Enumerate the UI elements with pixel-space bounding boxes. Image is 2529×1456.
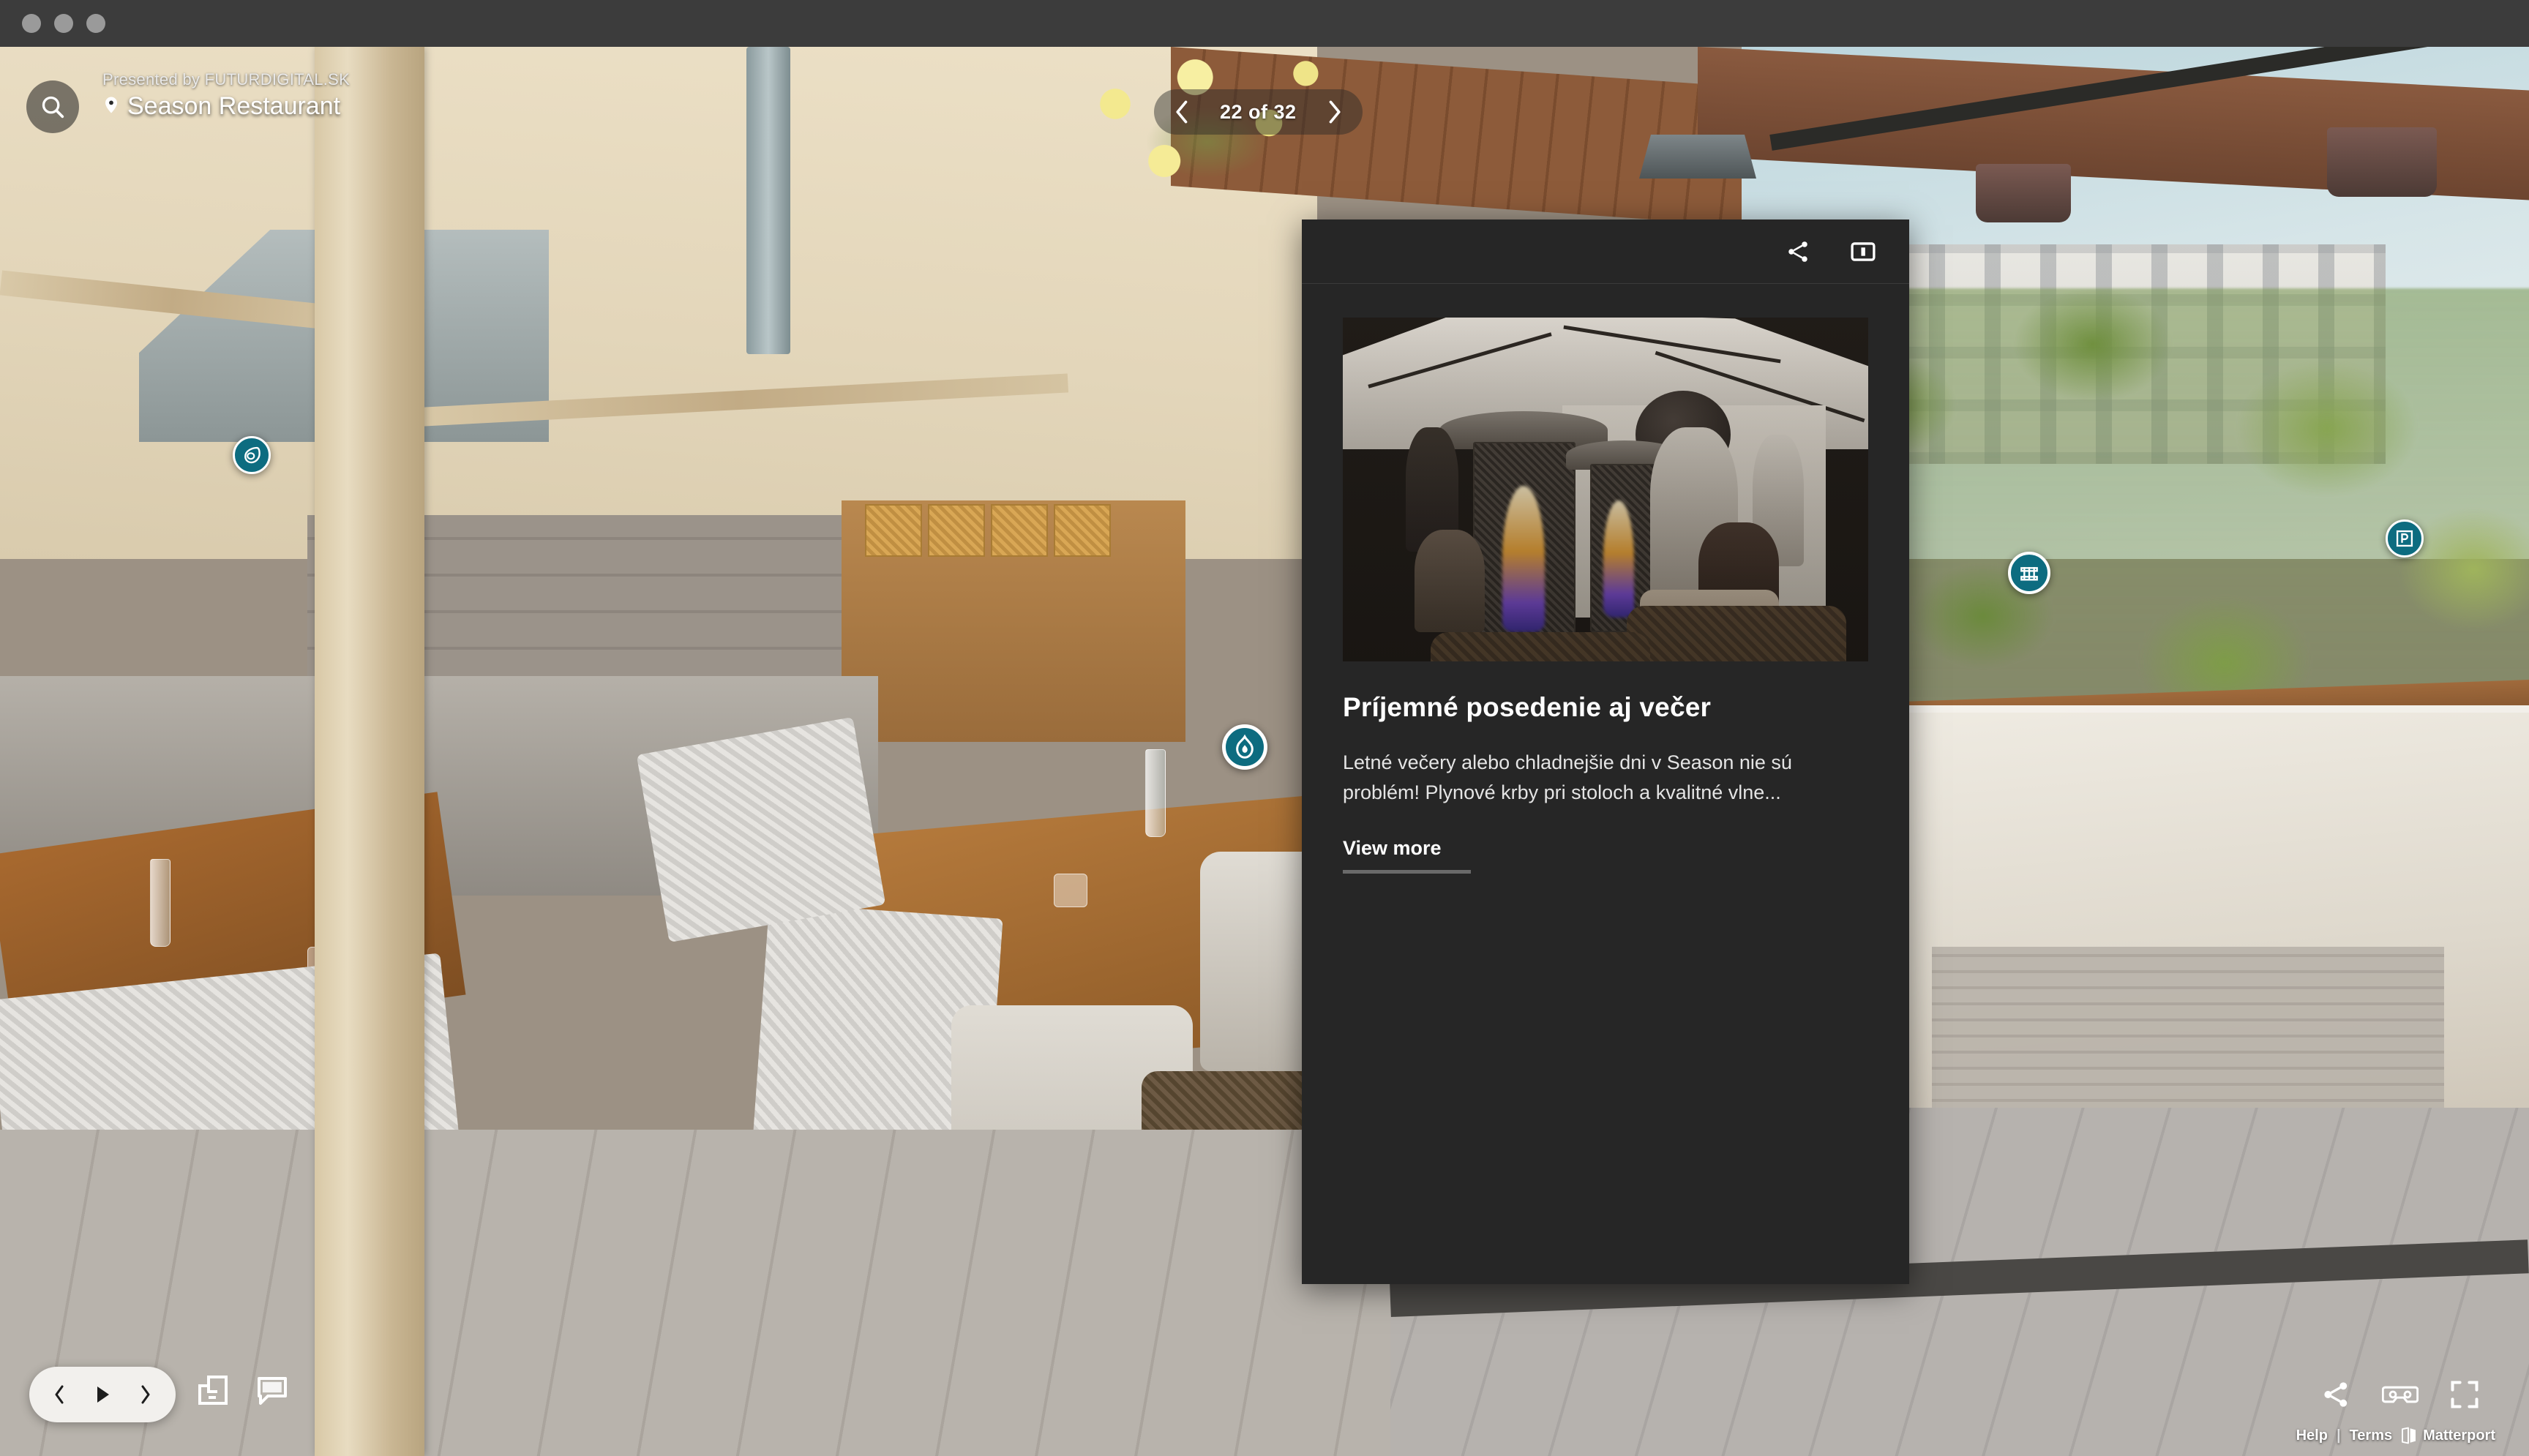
parking-icon [2396, 530, 2413, 547]
info-panel-title: Príjemné posedenie aj večer [1343, 692, 1712, 722]
vr-goggles-icon [2382, 1386, 2419, 1403]
fullscreen-button[interactable] [2449, 1378, 2481, 1411]
browser-title-bar [0, 0, 2529, 47]
next-scene-button[interactable] [1325, 100, 1344, 124]
view-more-button[interactable]: View more [1343, 837, 1471, 874]
window-maximize-dot[interactable] [86, 14, 105, 33]
flame-icon [1236, 734, 1254, 759]
grill-hotspot[interactable] [2008, 552, 2050, 594]
search-icon [42, 96, 64, 119]
footer-separator: | [2336, 1427, 2341, 1444]
chevron-left-icon [55, 1385, 64, 1404]
info-panel-body: Príjemné posedenie aj večer Letné večery… [1302, 284, 1909, 874]
info-panel-photo[interactable] [1343, 318, 1868, 661]
playback-prev-button[interactable] [51, 1384, 69, 1406]
parking-hotspot[interactable] [2386, 519, 2424, 558]
scene-navigation-bar: 22 of 32 [1154, 89, 1363, 135]
fullscreen-icon [2451, 1381, 2479, 1408]
matterport-brand[interactable]: Matterport [2401, 1427, 2495, 1444]
tour-title-block: Presented by FUTURDIGITAL.SK Season Rest… [102, 70, 615, 121]
scene-counter: 22 of 32 [1220, 100, 1297, 123]
help-link[interactable]: Help [2296, 1427, 2328, 1444]
window-minimize-dot[interactable] [54, 14, 73, 33]
share-icon [2324, 1382, 2348, 1407]
floorplan-icon [198, 1376, 228, 1405]
play-icon [97, 1386, 109, 1403]
terms-link[interactable]: Terms [2350, 1427, 2393, 1444]
share-icon [1788, 241, 1807, 262]
chevron-right-icon [1329, 100, 1341, 124]
speech-bubble-icon [258, 1377, 287, 1405]
panel-layout-toggle[interactable] [1849, 238, 1877, 266]
playback-next-button[interactable] [136, 1384, 154, 1406]
viewer-footer: Help | Terms Matterport [2254, 1423, 2495, 1448]
steak-icon [244, 446, 261, 464]
view-more-label: View more [1343, 837, 1442, 860]
matterport-logo-icon [2402, 1427, 2416, 1444]
tags-button[interactable] [255, 1373, 290, 1411]
fireplace-hotspot[interactable] [1222, 724, 1267, 770]
share-button-bottom[interactable] [2320, 1378, 2352, 1411]
grill-icon [2020, 567, 2038, 581]
location-pin-icon [105, 97, 117, 113]
info-panel: Príjemné posedenie aj večer Letné večery… [1302, 219, 1909, 1284]
panel-layout-icon [1851, 241, 1876, 261]
viewer-toolbar [2320, 1374, 2481, 1415]
presented-by-label: Presented by FUTURDIGITAL.SK [102, 70, 351, 89]
info-panel-description: Letné večery alebo chladnejšie dni v Sea… [1343, 751, 1792, 804]
view-more-underline [1343, 870, 1471, 874]
vr-mode-button[interactable] [2382, 1378, 2419, 1411]
prev-scene-button[interactable] [1173, 100, 1192, 124]
window-close-dot[interactable] [22, 14, 41, 33]
tour-title: Season Restaurant [127, 92, 341, 120]
playback-play-button[interactable] [92, 1384, 113, 1406]
info-panel-header [1302, 219, 1909, 284]
panorama-viewport[interactable] [0, 47, 2529, 1456]
playback-controls [29, 1367, 176, 1422]
chevron-left-icon [1176, 100, 1188, 124]
chevron-right-icon [141, 1385, 150, 1404]
floorplan-button[interactable] [195, 1373, 231, 1411]
matterport-label: Matterport [2423, 1427, 2495, 1444]
share-button[interactable] [1785, 239, 1811, 265]
search-button[interactable] [26, 80, 79, 133]
meat-hotspot[interactable] [233, 436, 271, 474]
